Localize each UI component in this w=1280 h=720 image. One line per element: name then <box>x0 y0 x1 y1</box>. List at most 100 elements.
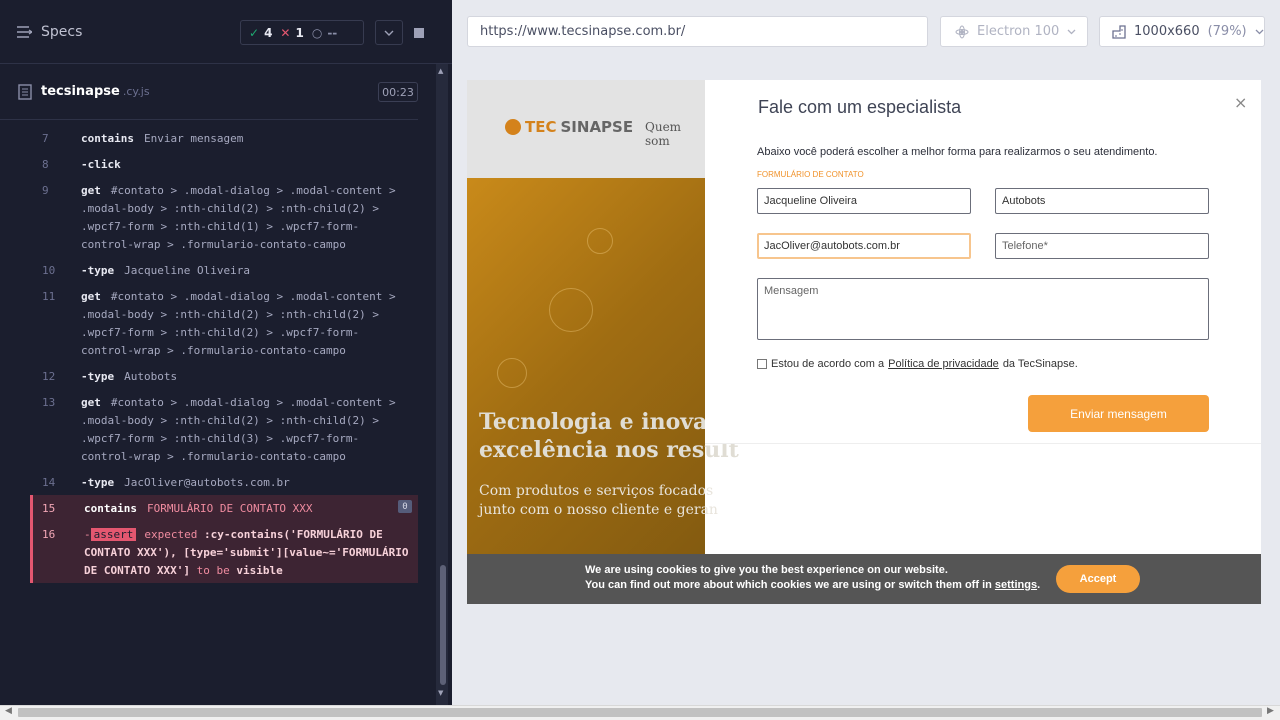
company-field[interactable]: Autobots <box>995 188 1209 214</box>
command-name: -type <box>81 476 115 489</box>
site-background: TEC SINAPSE Quem som Tecnologia e inovaçã… <box>467 80 739 604</box>
failed-command-row[interactable]: 15 contains FORMULÁRIO DE CONTATO XXX 0 <box>30 495 418 521</box>
command-row[interactable]: 9 get #contato > .modal-dialog > .modal-co… <box>30 177 418 257</box>
send-message-button[interactable]: Enviar mensagem <box>1028 395 1209 432</box>
scrollbar-thumb[interactable] <box>440 565 446 685</box>
phone-field[interactable]: Telefone* <box>995 233 1209 259</box>
command-number: 12 <box>42 370 56 383</box>
stop-icon <box>414 27 424 38</box>
hero-subtitle: Com produtos e serviços focados junto com… <box>479 482 718 520</box>
electron-icon <box>955 25 969 38</box>
command-name: -type <box>81 370 115 383</box>
assert-pill: assert <box>90 528 137 541</box>
close-icon[interactable]: × <box>1234 93 1247 112</box>
contact-modal: Fale com um especialista × Abaixo você p… <box>705 80 1261 444</box>
command-row[interactable]: 8 -click <box>30 151 418 177</box>
command-number: 14 <box>42 476 56 489</box>
viewport-size: 1000x660 <box>1134 24 1200 39</box>
hero-title: Tecnologia e inovaçã excelência nos resul… <box>479 408 739 464</box>
browser-selector[interactable]: Electron 100 <box>940 16 1088 47</box>
consent-text: Estou de acordo com a <box>771 358 885 370</box>
consent-text: da TecSinapse. <box>1002 358 1078 370</box>
nav-link-quem-somos[interactable]: Quem som <box>645 120 705 148</box>
accept-cookies-button[interactable]: Accept <box>1056 565 1140 593</box>
hero-bubble <box>549 288 593 332</box>
cookie-settings-link[interactable]: settings <box>995 579 1037 591</box>
stop-button[interactable] <box>405 20 433 45</box>
command-name: contains <box>84 502 137 515</box>
email-field[interactable]: JacOliver@autobots.com.br <box>757 233 971 259</box>
command-row[interactable]: 10 -type Jacqueline Oliveira <box>30 257 418 283</box>
viewport-info[interactable]: 1000x660 (79%) <box>1099 16 1265 47</box>
hero-title-line: Tecnologia e inovaçã <box>479 409 735 435</box>
consent-checkbox[interactable] <box>757 359 767 369</box>
logo-sun-icon <box>505 119 521 135</box>
command-row[interactable]: 13 get #contato > .modal-dialog > .modal-c… <box>30 389 418 469</box>
cookie-dot: . <box>1037 579 1041 591</box>
command-name: -type <box>81 264 115 277</box>
ruler-icon <box>1112 24 1126 39</box>
command-arg: #contato > .modal-dialog > .modal-conten… <box>81 396 396 463</box>
passed-count: 4 <box>264 25 273 40</box>
command-arg: JacOliver@autobots.com.br <box>124 476 290 489</box>
spinner-icon: ○ <box>311 25 323 40</box>
element-count-badge: 0 <box>398 500 412 513</box>
cookie-line-text: You can find out more about which cookie… <box>585 579 992 591</box>
message-field[interactable]: Mensagem <box>757 278 1209 340</box>
cookie-text: We are using cookies to give you the bes… <box>585 563 1040 593</box>
logo-text-b: SINAPSE <box>560 118 634 136</box>
scroll-left-icon[interactable]: ◀ <box>5 706 12 716</box>
specs-button[interactable]: Specs <box>41 24 82 40</box>
command-arg: Autobots <box>124 370 178 383</box>
scroll-right-icon[interactable]: ▶ <box>1267 706 1274 716</box>
hero-sub-line: Com produtos e serviços focados <box>479 483 714 499</box>
reporter-panel: Specs ✓ 4 ✕ 1 ○ -- tecsinapse .cy.js 00:23 7… <box>0 0 452 705</box>
file-extension: .cy.js <box>122 85 150 98</box>
chevron-down-icon <box>1067 29 1076 34</box>
command-name: get <box>81 290 101 303</box>
command-log: 7 contains Enviar mensagem 8 -click 9 get #co… <box>30 125 418 583</box>
site-navbar: TEC SINAPSE Quem som <box>467 80 705 178</box>
command-name: get <box>81 396 101 409</box>
spec-file-header: tecsinapse .cy.js 00:23 <box>0 64 418 120</box>
command-row[interactable]: 14 -type JacOliver@autobots.com.br <box>30 469 418 495</box>
spec-file-name[interactable]: tecsinapse .cy.js <box>41 84 150 99</box>
command-arg: FORMULÁRIO DE CONTATO XXX <box>146 502 313 515</box>
command-row[interactable]: 12 -type Autobots <box>30 363 418 389</box>
command-row[interactable]: 7 contains Enviar mensagem <box>30 125 418 151</box>
cookie-line: We are using cookies to give you the bes… <box>585 564 948 576</box>
name-field[interactable]: Jacqueline Oliveira <box>757 188 971 214</box>
command-number: 7 <box>42 132 49 145</box>
app-preview: TEC SINAPSE Quem som Tecnologia e inovaçã… <box>467 80 1261 604</box>
pending-stat: ○ -- <box>312 26 337 40</box>
check-icon: ✓ <box>249 25 260 40</box>
specs-list-icon[interactable] <box>17 25 32 39</box>
logo-text-a: TEC <box>525 118 557 136</box>
auto-scroll-toggle[interactable] <box>375 20 403 45</box>
assert-word: expected <box>144 528 198 541</box>
command-number: 13 <box>42 396 56 409</box>
command-arg: #contato > .modal-dialog > .modal-conten… <box>81 184 396 251</box>
privacy-policy-link[interactable]: Política de privacidade <box>888 358 999 370</box>
url-bar[interactable]: https://www.tecsinapse.com.br/ <box>467 16 928 47</box>
hero-image <box>467 178 705 604</box>
x-icon: ✕ <box>280 25 291 40</box>
command-arg: Enviar mensagem <box>143 132 244 145</box>
scroll-up-icon[interactable]: ▲ <box>438 67 443 75</box>
browser-name: Electron 100 <box>977 24 1060 39</box>
test-stats: ✓ 4 ✕ 1 ○ -- <box>240 20 364 45</box>
failed-stat: ✕ 1 <box>280 26 303 40</box>
command-name: -click <box>81 158 121 171</box>
command-arg: #contato > .modal-dialog > .modal-conten… <box>81 290 396 357</box>
scroll-down-icon[interactable]: ▼ <box>438 689 443 697</box>
site-logo[interactable]: TEC SINAPSE <box>505 118 633 136</box>
horizontal-scrollbar-thumb[interactable] <box>18 708 1262 717</box>
viewport-scale: (79%) <box>1207 24 1247 39</box>
modal-intro: Abaixo você poderá escolher a melhor for… <box>757 146 1158 158</box>
assert-word: visible <box>236 564 283 577</box>
file-basename: tecsinapse <box>41 84 120 99</box>
failed-assert-row[interactable]: 16- assert expected :cy-contains('FORMULÁR… <box>30 521 418 583</box>
command-row[interactable]: 11 get #contato > .modal-dialog > .modal-c… <box>30 283 418 363</box>
duration-badge: 00:23 <box>378 82 418 102</box>
command-number: 10 <box>42 264 56 277</box>
